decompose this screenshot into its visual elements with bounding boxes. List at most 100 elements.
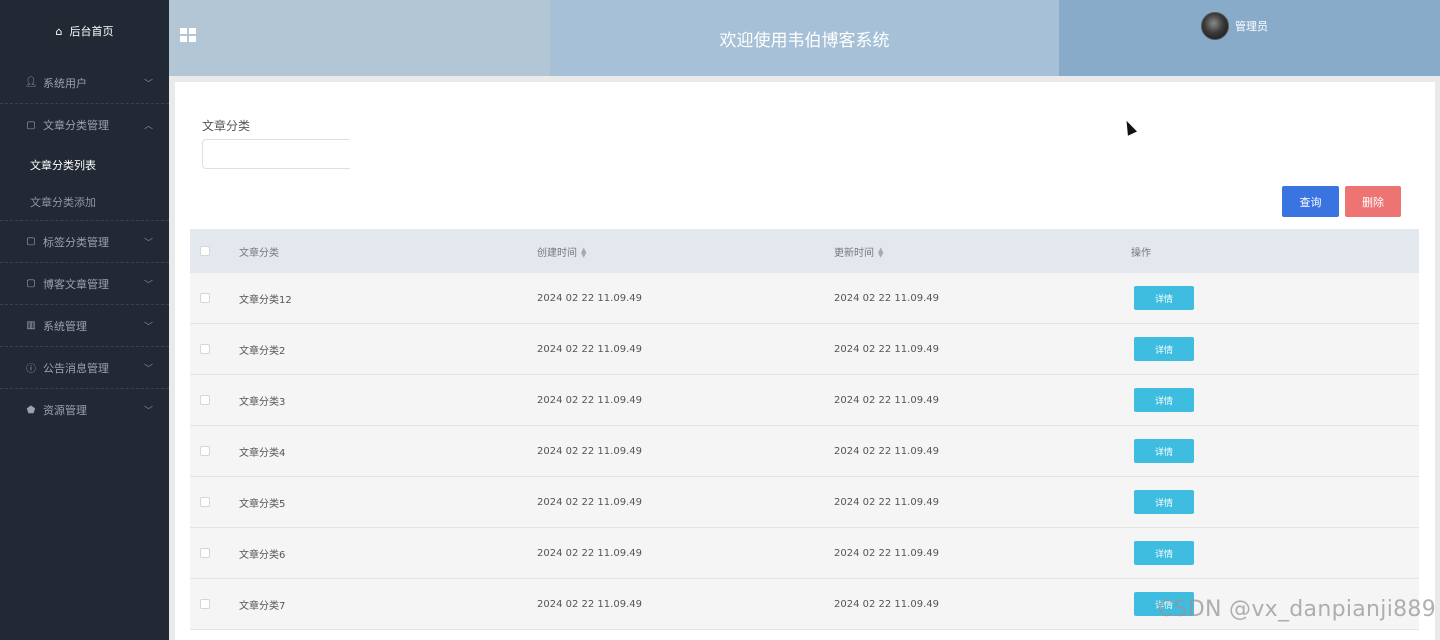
sidebar-submenu: 文章分类列表 文章分类添加 bbox=[0, 146, 169, 221]
sidebar-item-tag-management[interactable]: ▢ 标签分类管理 ﹀ bbox=[0, 221, 169, 263]
header-created[interactable]: 创建时间 ▲ ▼ bbox=[537, 244, 834, 259]
chart-icon: ▥ bbox=[26, 320, 36, 331]
row-created: 2024 02 22 11.09.49 bbox=[537, 445, 642, 457]
sidebar-item-label: 系统用户 bbox=[43, 76, 87, 90]
home-icon: ⌂ bbox=[55, 24, 63, 38]
row-name: 文章分类2 bbox=[239, 345, 286, 357]
row-checkbox[interactable] bbox=[200, 599, 210, 609]
filter-label: 文章分类 bbox=[202, 119, 251, 133]
category-table: 文章分类 创建时间 ▲ ▼ 更新时间 ▲ ▼ 操作 文章分类12 2024 02 22 … bbox=[190, 229, 1419, 630]
delete-button[interactable]: 删除 bbox=[1345, 186, 1401, 217]
row-updated: 2024 02 22 11.09.49 bbox=[834, 445, 939, 457]
sidebar-item-system-users[interactable]: 👤︎ 系统用户 ﹀ bbox=[0, 62, 169, 104]
sidebar-item-label: 文章分类管理 bbox=[43, 119, 109, 132]
sidebar-item-label: 博客文章管理 bbox=[43, 277, 109, 291]
content-panel: 文章分类 查询 删除 文章分类 创建时间 ▲ ▼ 更新时间 ▲ ▼ 操作 文章分类12 … bbox=[175, 82, 1435, 640]
row-checkbox[interactable] bbox=[200, 497, 210, 507]
row-checkbox[interactable] bbox=[200, 395, 210, 405]
chevron-down-icon: ﹀ bbox=[143, 364, 153, 374]
sidebar-subitem-label: 文章分类添加 bbox=[30, 195, 96, 209]
sidebar-home-label: 后台首页 bbox=[69, 25, 114, 38]
sidebar-item-label: 公告消息管理 bbox=[43, 361, 109, 375]
row-checkbox[interactable] bbox=[200, 548, 210, 558]
table-header: 文章分类 创建时间 ▲ ▼ 更新时间 ▲ ▼ 操作 bbox=[190, 229, 1419, 273]
chevron-down-icon: ﹀ bbox=[143, 79, 153, 89]
sidebar-home[interactable]: ⌂ 后台首页 bbox=[0, 0, 169, 62]
sort-icon[interactable]: ▲ ▼ bbox=[878, 246, 883, 258]
sidebar-item-notice-management[interactable]: ⓘ 公告消息管理 ﹀ bbox=[0, 347, 169, 389]
user-name: 管理员 bbox=[1235, 20, 1268, 33]
sidebar-item-label: 资源管理 bbox=[43, 404, 87, 417]
chevron-down-icon: ﹀ bbox=[143, 280, 153, 290]
sidebar-subitem-category-add[interactable]: 文章分类添加 bbox=[0, 183, 169, 220]
header-right: 管理员 bbox=[1059, 0, 1440, 76]
detail-button[interactable]: 详情 bbox=[1134, 490, 1194, 514]
select-all-checkbox[interactable] bbox=[200, 246, 210, 256]
detail-button[interactable]: 详情 bbox=[1134, 541, 1194, 565]
header-title: 欢迎使用韦伯博客系统 bbox=[550, 0, 1059, 76]
sidebar-item-article-management[interactable]: ▢ 博客文章管理 ﹀ bbox=[0, 263, 169, 305]
row-checkbox[interactable] bbox=[200, 293, 210, 303]
header-updated[interactable]: 更新时间 ▲ ▼ bbox=[834, 244, 1131, 259]
row-name: 文章分类6 bbox=[239, 549, 286, 561]
row-created: 2024 02 22 11.09.49 bbox=[537, 598, 642, 610]
header-left bbox=[169, 0, 550, 76]
sidebar-item-category-management[interactable]: ▢ 文章分类管理 ︿ bbox=[0, 104, 169, 146]
table-row: 文章分类4 2024 02 22 11.09.49 2024 02 22 11.… bbox=[190, 426, 1419, 477]
row-checkbox[interactable] bbox=[200, 446, 210, 456]
row-created: 2024 02 22 11.09.49 bbox=[537, 496, 642, 508]
header-updated-label: 更新时间 bbox=[834, 247, 874, 259]
info-icon: ⓘ bbox=[26, 364, 36, 375]
detail-button[interactable]: 详情 bbox=[1134, 286, 1194, 310]
sidebar-item-resource-management[interactable]: ⬟ 资源管理 ﹀ bbox=[0, 389, 169, 431]
header-name-label: 文章分类 bbox=[239, 247, 279, 259]
table-row: 文章分类6 2024 02 22 11.09.49 2024 02 22 11.… bbox=[190, 528, 1419, 579]
row-name: 文章分类7 bbox=[239, 600, 286, 612]
menu-grid-icon[interactable] bbox=[180, 28, 196, 42]
row-updated: 2024 02 22 11.09.49 bbox=[834, 394, 939, 406]
detail-button[interactable]: 详情 bbox=[1134, 388, 1194, 412]
sidebar-item-label: 系统管理 bbox=[43, 319, 87, 333]
header-ops: 操作 bbox=[1131, 244, 1419, 259]
row-name: 文章分类12 bbox=[239, 294, 292, 306]
shield-icon: ⬟ bbox=[26, 404, 36, 416]
row-updated: 2024 02 22 11.09.49 bbox=[834, 343, 939, 355]
category-search-input[interactable] bbox=[202, 139, 350, 169]
chevron-down-icon: ﹀ bbox=[143, 322, 153, 332]
header-created-label: 创建时间 bbox=[537, 247, 577, 259]
watermark: CSDN @vx_danpianji889 bbox=[1157, 597, 1436, 622]
row-updated: 2024 02 22 11.09.49 bbox=[834, 496, 939, 508]
detail-button[interactable]: 详情 bbox=[1134, 439, 1194, 463]
sidebar-subitem-category-list[interactable]: 文章分类列表 bbox=[0, 146, 169, 183]
sidebar-item-system-management[interactable]: ▥ 系统管理 ﹀ bbox=[0, 305, 169, 347]
table-row: 文章分类5 2024 02 22 11.09.49 2024 02 22 11.… bbox=[190, 477, 1419, 528]
sort-icon[interactable]: ▲ ▼ bbox=[581, 246, 586, 258]
user-menu[interactable]: 管理员 bbox=[1201, 12, 1268, 40]
sidebar: ⌂ 后台首页 👤︎ 系统用户 ﹀ ▢ 文章分类管理 ︿ 文章分类列表 文章分类添… bbox=[0, 0, 169, 640]
row-created: 2024 02 22 11.09.49 bbox=[537, 547, 642, 559]
chevron-up-icon: ︿ bbox=[143, 121, 153, 132]
row-name: 文章分类5 bbox=[239, 498, 286, 510]
chevron-down-icon: ﹀ bbox=[143, 406, 153, 417]
sidebar-subitem-label: 文章分类列表 bbox=[30, 158, 96, 172]
doc-icon: ▢ bbox=[26, 236, 36, 247]
row-created: 2024 02 22 11.09.49 bbox=[537, 343, 642, 355]
row-checkbox[interactable] bbox=[200, 344, 210, 354]
doc-icon: ▢ bbox=[26, 278, 36, 289]
chevron-down-icon: ﹀ bbox=[143, 238, 153, 248]
user-icon: 👤︎ bbox=[24, 77, 38, 88]
header-name: 文章分类 bbox=[239, 244, 537, 259]
query-button[interactable]: 查询 bbox=[1282, 186, 1339, 217]
row-name: 文章分类3 bbox=[239, 396, 286, 408]
table-row: 文章分类2 2024 02 22 11.09.49 2024 02 22 11.… bbox=[190, 324, 1419, 375]
detail-button[interactable]: 详情 bbox=[1134, 337, 1194, 361]
sidebar-item-label: 标签分类管理 bbox=[43, 235, 109, 249]
row-updated: 2024 02 22 11.09.49 bbox=[834, 598, 939, 610]
row-created: 2024 02 22 11.09.49 bbox=[537, 394, 642, 406]
doc-icon: ▢ bbox=[26, 119, 36, 131]
row-updated: 2024 02 22 11.09.49 bbox=[834, 547, 939, 559]
row-updated: 2024 02 22 11.09.49 bbox=[834, 292, 939, 304]
table-row: 文章分类3 2024 02 22 11.09.49 2024 02 22 11.… bbox=[190, 375, 1419, 426]
header-ops-label: 操作 bbox=[1131, 247, 1151, 259]
row-created: 2024 02 22 11.09.49 bbox=[537, 292, 642, 304]
